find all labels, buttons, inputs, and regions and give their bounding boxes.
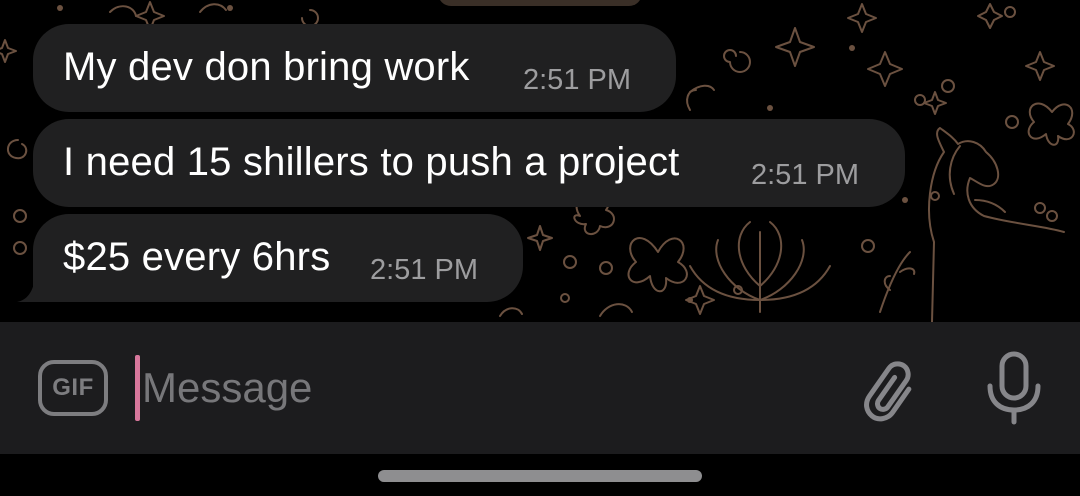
date-pill	[438, 0, 642, 6]
message-timestamp: 2:51 PM	[523, 64, 631, 96]
message-input[interactable]	[142, 358, 822, 418]
message-input-bar: GIF	[0, 322, 1080, 454]
system-navigation-area	[0, 454, 1080, 496]
paperclip-icon	[864, 361, 912, 422]
text-caret	[135, 355, 140, 421]
home-indicator[interactable]	[378, 470, 702, 482]
attach-button[interactable]	[852, 354, 922, 424]
message-bubble[interactable]: $25 every 6hrs 2:51 PM	[17, 214, 523, 302]
message-text: My dev don bring work	[63, 45, 470, 89]
chat-screen: My dev don bring work 2:51 PM I need 15 …	[0, 0, 1080, 496]
message-bubble[interactable]: My dev don bring work 2:51 PM	[33, 24, 676, 112]
message-bubble[interactable]: I need 15 shillers to push a project 2:5…	[33, 119, 905, 207]
microphone-icon	[987, 351, 1041, 425]
message-text: I need 15 shillers to push a project	[63, 140, 680, 184]
gif-button[interactable]: GIF	[38, 360, 108, 416]
message-timestamp: 2:51 PM	[751, 159, 859, 191]
voice-message-button[interactable]	[978, 350, 1050, 426]
bubble-tail	[17, 278, 41, 302]
message-timestamp: 2:51 PM	[370, 254, 478, 286]
message-text: $25 every 6hrs	[63, 235, 331, 279]
